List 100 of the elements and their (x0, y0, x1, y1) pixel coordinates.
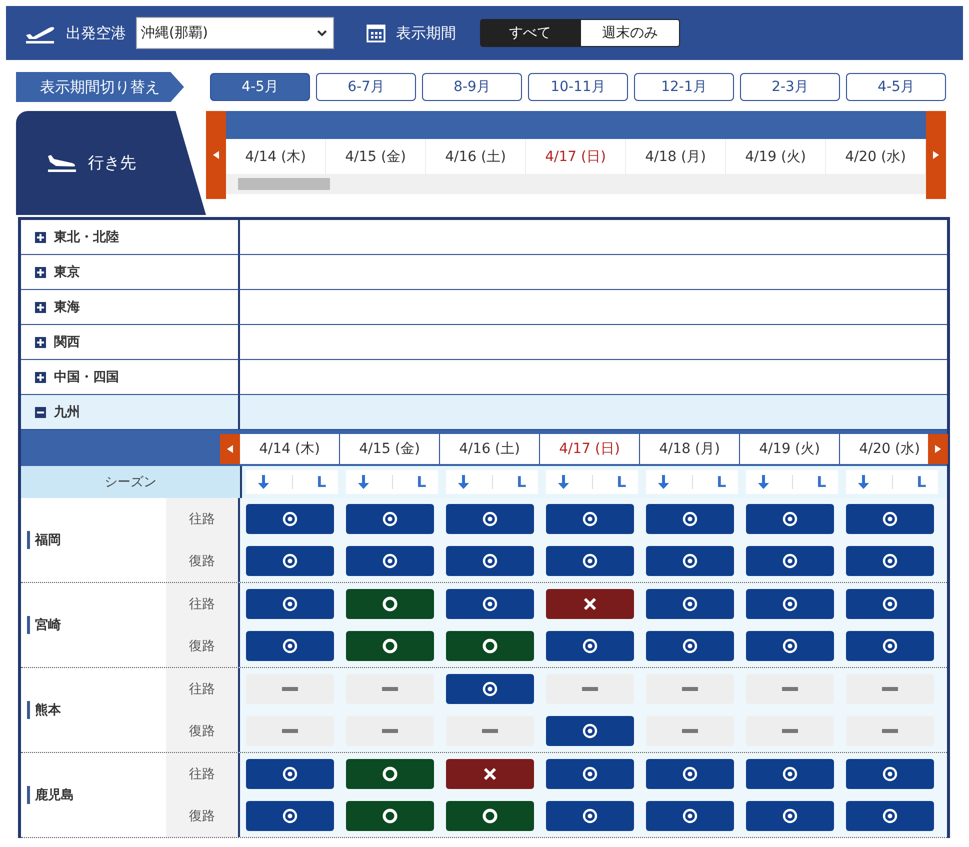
dash-icon (282, 729, 298, 733)
seat-status-button[interactable] (746, 546, 834, 576)
departure-select[interactable]: 沖縄(那覇) (136, 17, 334, 49)
date-cell: 4/19 (火) (740, 434, 840, 464)
month-range-tab[interactable]: 4-5月 (210, 73, 310, 101)
down-arrow-icon (658, 475, 669, 489)
seat-status-button[interactable] (646, 759, 734, 789)
circle-icon (482, 808, 498, 824)
seat-status-button[interactable] (446, 589, 534, 619)
double-circle-icon (282, 766, 298, 782)
expand-icon[interactable] (35, 302, 46, 312)
double-circle-icon (582, 808, 598, 824)
seat-status-button[interactable] (846, 589, 934, 619)
double-circle-icon (282, 808, 298, 824)
seat-status-button[interactable] (846, 759, 934, 789)
seat-status-button[interactable] (446, 631, 534, 661)
region-name[interactable]: 東海 (54, 298, 80, 316)
seat-status-button[interactable] (846, 801, 934, 831)
dash-icon (482, 729, 498, 733)
seat-status-button[interactable] (646, 504, 734, 534)
month-range-tab[interactable]: 12-1月 (634, 73, 734, 101)
collapse-icon[interactable] (35, 406, 46, 418)
seat-status-button[interactable] (746, 801, 834, 831)
region-name[interactable]: 九州 (54, 403, 80, 421)
seat-status-button[interactable] (746, 631, 834, 661)
season-code: L (316, 473, 326, 491)
seat-status-button[interactable] (746, 759, 834, 789)
month-range-tab[interactable]: 6-7月 (316, 73, 416, 101)
seat-status-button[interactable] (546, 716, 634, 746)
seat-status-button[interactable] (246, 589, 334, 619)
seat-status-button[interactable] (646, 546, 734, 576)
seat-status-button[interactable] (546, 631, 634, 661)
seat-status-button[interactable] (246, 546, 334, 576)
double-circle-icon (682, 638, 698, 654)
seat-status-button[interactable] (446, 759, 534, 789)
seat-status-button[interactable] (546, 589, 634, 619)
leg-label: 復路 (188, 723, 216, 741)
seat-status-button[interactable] (246, 759, 334, 789)
region-name[interactable]: 東京 (54, 263, 80, 281)
expand-icon[interactable] (35, 336, 46, 348)
seat-status-button[interactable] (846, 631, 934, 661)
seat-status-button[interactable] (746, 504, 834, 534)
expand-icon[interactable] (35, 266, 46, 278)
month-range-tab[interactable]: 2-3月 (740, 73, 840, 101)
left-triangle-icon (213, 151, 219, 159)
seat-status-button[interactable] (846, 504, 934, 534)
city-name: 宮崎 (27, 616, 61, 634)
circle-icon (382, 766, 398, 782)
double-circle-icon (682, 511, 698, 527)
seat-status-button[interactable] (846, 546, 934, 576)
scroll-right-button[interactable] (928, 434, 948, 464)
seat-status-button[interactable] (246, 801, 334, 831)
period-label: 表示期間 (396, 24, 456, 42)
date-cell: 4/15 (金) (340, 434, 440, 464)
month-range-tab[interactable]: 8-9月 (422, 73, 522, 101)
seat-status-button[interactable] (546, 504, 634, 534)
date-cell: 4/14 (木) (240, 434, 340, 464)
left-triangle-icon (227, 445, 233, 453)
scroll-left-button[interactable] (220, 434, 240, 464)
double-circle-icon (582, 511, 598, 527)
period-filter-tab[interactable]: 週末のみ (580, 19, 680, 47)
seat-status-button[interactable] (646, 631, 734, 661)
seat-status-button[interactable] (446, 546, 534, 576)
seat-status-button[interactable] (246, 631, 334, 661)
seat-status-button[interactable] (446, 674, 534, 704)
seat-status-button[interactable] (646, 801, 734, 831)
seat-status-button[interactable] (646, 589, 734, 619)
plane-landing-icon (46, 153, 78, 173)
seat-status-button[interactable] (546, 759, 634, 789)
region-name[interactable]: 東北・北陸 (54, 228, 119, 246)
double-circle-icon (482, 596, 498, 612)
down-arrow-icon (858, 475, 869, 489)
double-circle-icon (582, 638, 598, 654)
expand-icon[interactable] (35, 232, 46, 242)
seat-status-button[interactable] (446, 504, 534, 534)
double-circle-icon (782, 808, 798, 824)
seat-status-button[interactable] (346, 546, 434, 576)
date-cell: 4/18 (月) (640, 434, 740, 464)
region-name[interactable]: 中国・四国 (54, 368, 119, 386)
seat-status-button[interactable] (346, 589, 434, 619)
region-name[interactable]: 関西 (54, 333, 80, 351)
seat-status-button[interactable] (746, 589, 834, 619)
seat-status-button[interactable] (346, 801, 434, 831)
dash-icon (782, 687, 798, 691)
leg-label: 復路 (188, 808, 216, 826)
seat-status-button[interactable] (546, 801, 634, 831)
period-filter-tab[interactable]: すべて (480, 19, 580, 47)
month-range-tab[interactable]: 4-5月 (846, 73, 946, 101)
seat-status-button[interactable] (346, 759, 434, 789)
seat-status-button[interactable] (246, 504, 334, 534)
seat-status-button[interactable] (346, 631, 434, 661)
seat-status-button[interactable] (546, 546, 634, 576)
leg-label: 復路 (188, 638, 216, 656)
seat-status-button[interactable] (446, 801, 534, 831)
dash-icon (582, 687, 598, 691)
scrollbar-thumb[interactable] (238, 178, 330, 190)
expand-icon[interactable] (35, 372, 46, 382)
double-circle-icon (882, 766, 898, 782)
month-range-tab[interactable]: 10-11月 (528, 73, 628, 101)
seat-status-button[interactable] (346, 504, 434, 534)
